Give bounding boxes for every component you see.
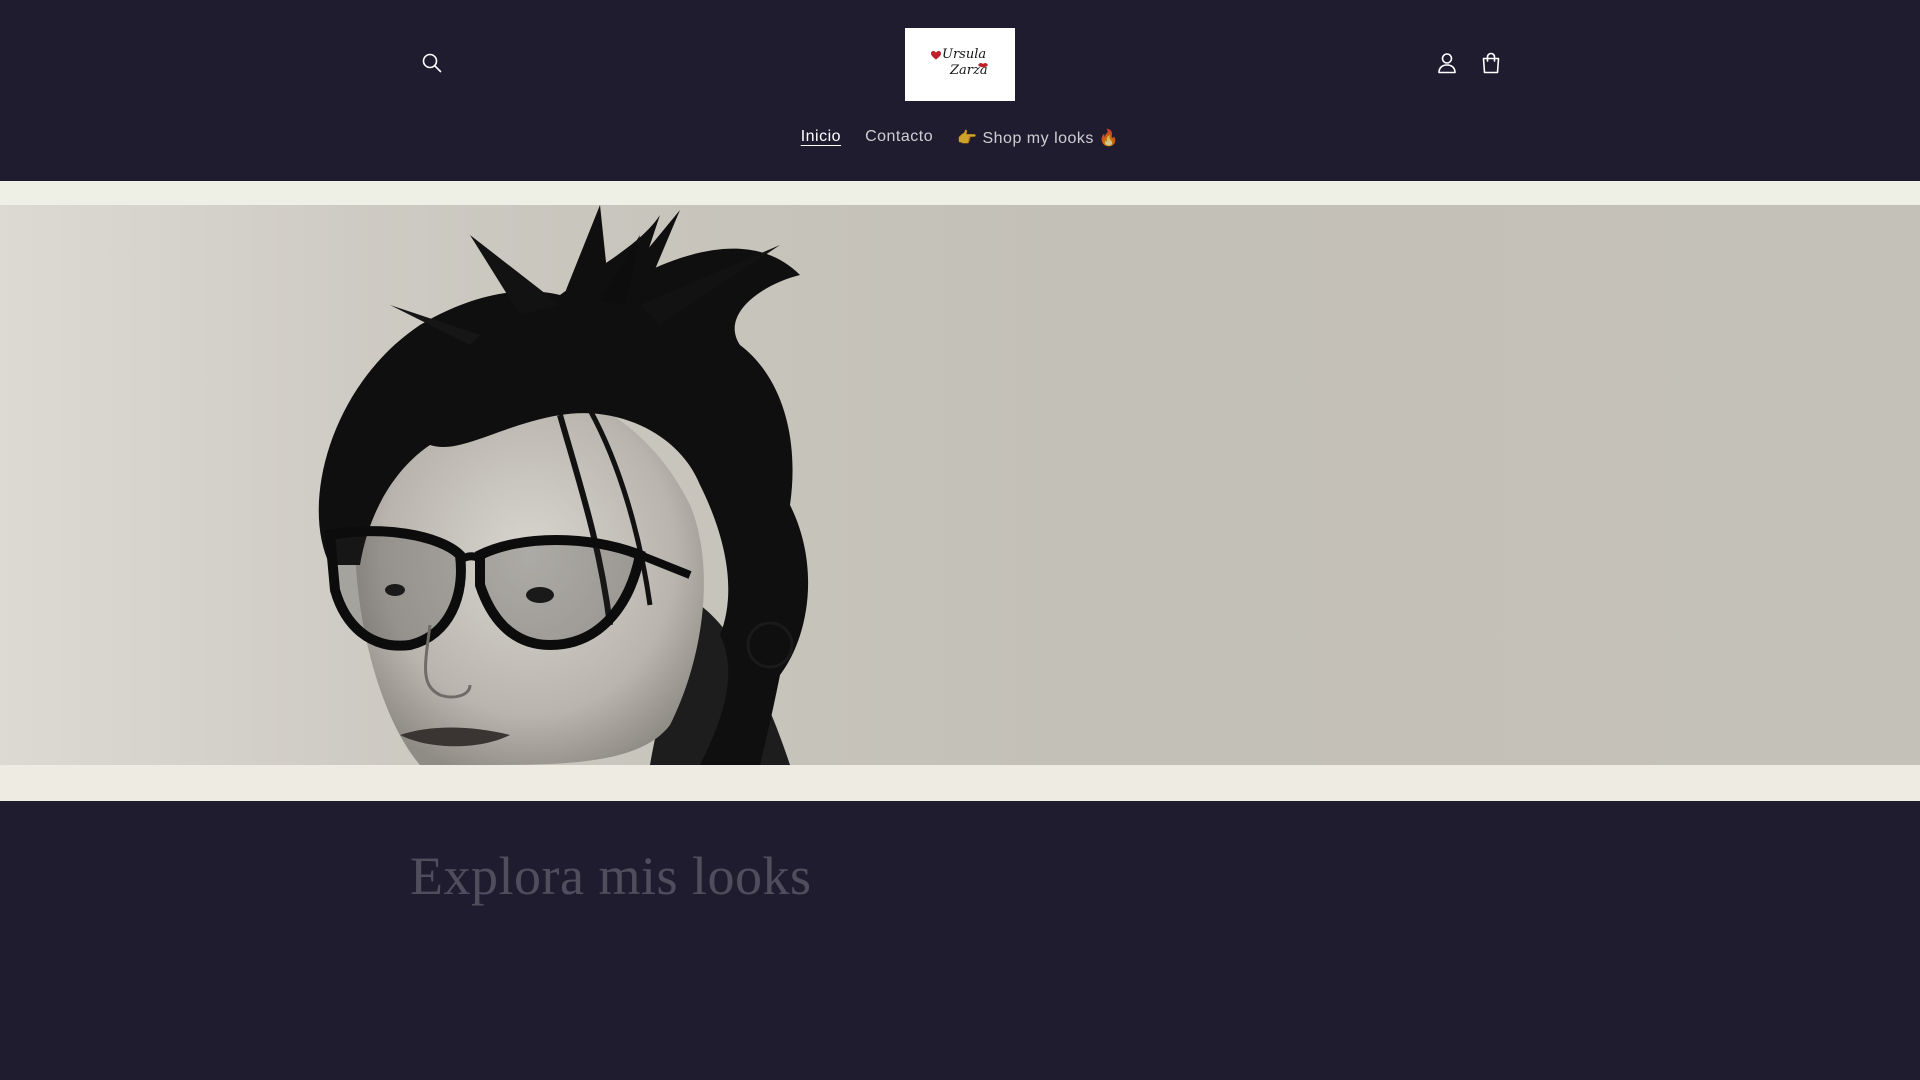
search-button[interactable]: [410, 41, 454, 85]
hero-portrait-image: [0, 205, 809, 765]
banner-band-top: [0, 181, 1920, 205]
user-icon: [1438, 53, 1456, 74]
nav-item-inicio[interactable]: Inicio: [789, 122, 853, 154]
lips-icon: [978, 62, 988, 67]
banner-band-bottom: [0, 765, 1920, 801]
nav-item-shop-my-looks[interactable]: 👉 Shop my looks 🔥: [945, 122, 1131, 154]
store-logo[interactable]: Ursula Zarza: [905, 28, 1015, 101]
main-navigation: Inicio Contacto 👉 Shop my looks 🔥: [0, 122, 1920, 154]
search-icon: [422, 53, 442, 73]
site-header: Ursula Zarza Inicio Contacto 👉 Shop my l…: [0, 0, 1920, 181]
section-title: Explora mis looks: [410, 846, 812, 906]
account-button[interactable]: [1425, 41, 1469, 85]
heart-icon: [931, 50, 941, 59]
shopping-bag-icon: [1482, 52, 1500, 74]
hero-banner: [0, 205, 1920, 765]
cart-button[interactable]: [1469, 41, 1513, 85]
nav-item-contacto[interactable]: Contacto: [853, 122, 945, 154]
logo-mark: Ursula Zarza: [924, 45, 996, 85]
logo-text-line1: Ursula: [942, 46, 987, 62]
